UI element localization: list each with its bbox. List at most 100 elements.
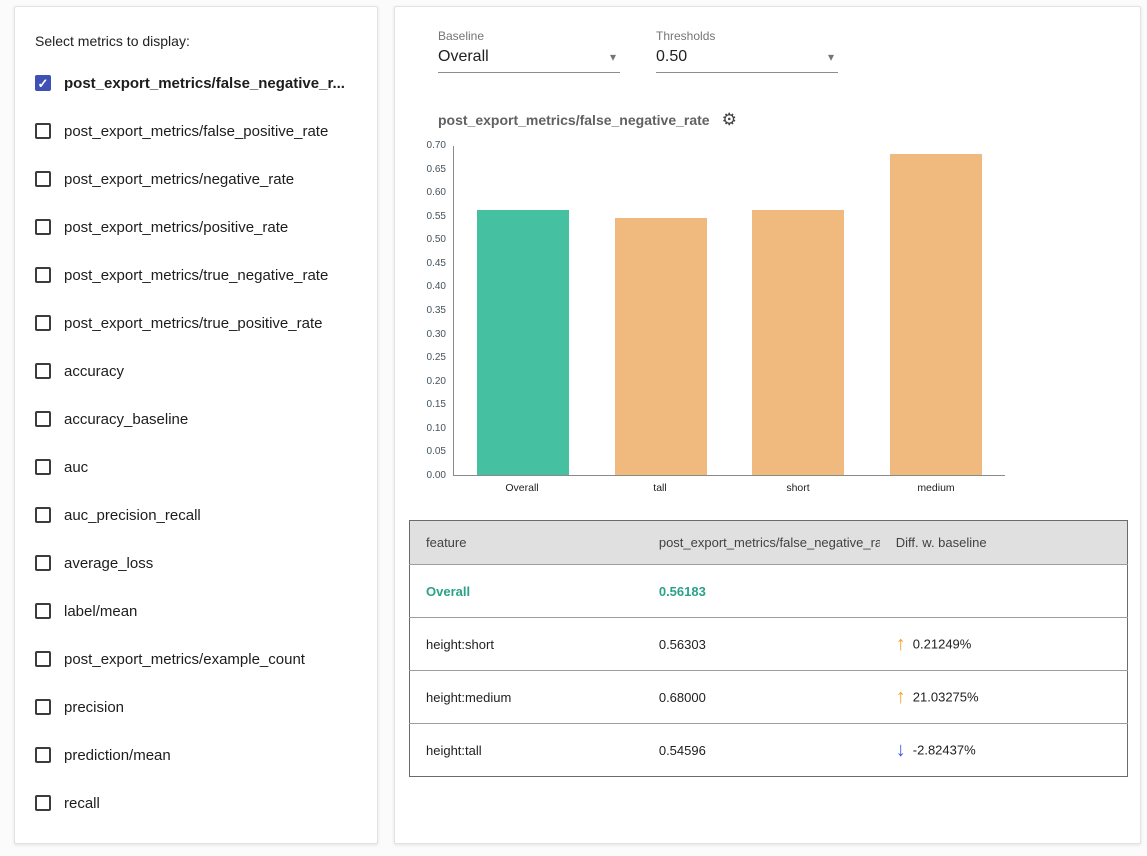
table-row[interactable]: Overall0.56183: [410, 565, 1128, 618]
diff-value: -2.82437%: [913, 743, 976, 758]
y-tick-label: 0.25: [427, 353, 446, 363]
table-row[interactable]: height:short0.56303↑0.21249%: [410, 618, 1128, 671]
checkbox-unchecked-icon[interactable]: [35, 171, 51, 187]
checkbox-unchecked-icon[interactable]: [35, 219, 51, 235]
table-header-row: featurepost_export_metrics/false_negativ…: [410, 521, 1128, 565]
bar-overall[interactable]: [477, 210, 569, 475]
feature-cell: height:medium: [410, 671, 643, 724]
baseline-value-row[interactable]: Overall ▾: [438, 45, 620, 73]
y-tick-label: 0.05: [427, 447, 446, 457]
table-row[interactable]: height:medium0.68000↑21.03275%: [410, 671, 1128, 724]
value-cell: 0.68000: [643, 671, 880, 724]
diff-cell: [880, 565, 1128, 618]
y-tick-label: 0.20: [427, 377, 446, 387]
metric-item[interactable]: auc_precision_recall: [35, 491, 357, 539]
checkbox-unchecked-icon[interactable]: [35, 507, 51, 523]
bar-short[interactable]: [752, 210, 844, 475]
checkbox-unchecked-icon[interactable]: [35, 651, 51, 667]
metric-item[interactable]: average_loss: [35, 539, 357, 587]
checkbox-checked-icon[interactable]: ✓: [35, 75, 51, 91]
metric-item[interactable]: auc: [35, 443, 357, 491]
controls-row: Baseline Overall ▾ Thresholds 0.50 ▾: [395, 7, 1140, 73]
checkbox-unchecked-icon[interactable]: [35, 555, 51, 571]
checkbox-unchecked-icon[interactable]: [35, 603, 51, 619]
checkbox-unchecked-icon[interactable]: [35, 267, 51, 283]
metric-label: post_export_metrics/false_positive_rate: [64, 123, 328, 140]
checkbox-unchecked-icon[interactable]: [35, 315, 51, 331]
y-tick-label: 0.10: [427, 424, 446, 434]
metric-item[interactable]: recall: [35, 779, 357, 827]
metric-item[interactable]: accuracy_baseline: [35, 395, 357, 443]
y-tick-label: 0.35: [427, 306, 446, 316]
metric-item[interactable]: label/mean: [35, 587, 357, 635]
metric-item[interactable]: post_export_metrics/true_positive_rate: [35, 299, 357, 347]
metric-item[interactable]: ✓ post_export_metrics/false_negative_r...: [35, 59, 357, 107]
dropdown-arrow-icon[interactable]: ▾: [610, 50, 616, 64]
metric-item[interactable]: precision: [35, 683, 357, 731]
value-cell: 0.54596: [643, 724, 880, 777]
checkbox-unchecked-icon[interactable]: [35, 795, 51, 811]
bar-chart: 0.000.050.100.150.200.250.300.350.400.45…: [417, 146, 1140, 494]
y-axis: 0.000.050.100.150.200.250.300.350.400.45…: [417, 146, 453, 476]
metric-label: post_export_metrics/true_positive_rate: [64, 315, 322, 332]
metric-label: average_loss: [64, 555, 153, 572]
bar-tall[interactable]: [615, 218, 707, 475]
gear-icon[interactable]: ⚙: [722, 110, 737, 130]
metric-label: prediction/mean: [64, 747, 171, 764]
metric-item[interactable]: prediction/mean: [35, 731, 357, 779]
y-tick-label: 0.45: [427, 259, 446, 269]
chart-title-row: post_export_metrics/false_negative_rate …: [438, 110, 1140, 130]
checkbox-unchecked-icon[interactable]: [35, 459, 51, 475]
x-tick-label: short: [729, 482, 867, 494]
diff-cell: ↑0.21249%: [880, 618, 1128, 671]
metric-label: auc: [64, 459, 88, 476]
table-body: Overall0.56183height:short0.56303↑0.2124…: [410, 565, 1128, 777]
metric-label: post_export_metrics/true_negative_rate: [64, 267, 328, 284]
metric-item[interactable]: post_export_metrics/true_negative_rate: [35, 251, 357, 299]
metric-item[interactable]: post_export_metrics/false_positive_rate: [35, 107, 357, 155]
metric-label: post_export_metrics/negative_rate: [64, 171, 294, 188]
chart-plot-wrap: 0.000.050.100.150.200.250.300.350.400.45…: [417, 146, 1140, 476]
metric-select-panel: Select metrics to display: ✓post_export_…: [14, 6, 378, 844]
metric-label: post_export_metrics/false_negative_r...: [64, 75, 345, 92]
y-tick-label: 0.30: [427, 330, 446, 340]
y-tick-label: 0.70: [427, 141, 446, 151]
thresholds-dropdown[interactable]: Thresholds 0.50 ▾: [656, 29, 838, 73]
metric-item[interactable]: accuracy: [35, 347, 357, 395]
checkbox-unchecked-icon[interactable]: [35, 363, 51, 379]
value-cell: 0.56183: [643, 565, 880, 618]
baseline-value: Overall: [438, 48, 489, 66]
bar-slot: [867, 146, 1005, 475]
bar-medium[interactable]: [890, 154, 982, 475]
diff-cell: ↑21.03275%: [880, 671, 1128, 724]
checkbox-unchecked-icon[interactable]: [35, 411, 51, 427]
thresholds-value: 0.50: [656, 48, 687, 66]
metrics-table: featurepost_export_metrics/false_negativ…: [409, 520, 1128, 777]
feature-cell: height:short: [410, 618, 643, 671]
thresholds-value-row[interactable]: 0.50 ▾: [656, 45, 838, 73]
y-tick-label: 0.65: [427, 165, 446, 175]
metric-label: accuracy: [64, 363, 124, 380]
checkbox-unchecked-icon[interactable]: [35, 123, 51, 139]
table-row[interactable]: height:tall0.54596↓-2.82437%: [410, 724, 1128, 777]
y-tick-label: 0.00: [427, 471, 446, 481]
baseline-label: Baseline: [438, 29, 620, 43]
y-tick-label: 0.40: [427, 282, 446, 292]
bar-slot: [730, 146, 868, 475]
metric-item[interactable]: post_export_metrics/positive_rate: [35, 203, 357, 251]
up-arrow-icon: ↑: [896, 633, 906, 655]
metric-label: accuracy_baseline: [64, 411, 188, 428]
metric-item[interactable]: post_export_metrics/negative_rate: [35, 155, 357, 203]
metric-label: post_export_metrics/example_count: [64, 651, 305, 668]
dropdown-arrow-icon[interactable]: ▾: [828, 50, 834, 64]
metric-label: precision: [64, 699, 124, 716]
baseline-dropdown[interactable]: Baseline Overall ▾: [438, 29, 620, 73]
bar-slot: [454, 146, 592, 475]
checkbox-unchecked-icon[interactable]: [35, 747, 51, 763]
checkbox-unchecked-icon[interactable]: [35, 699, 51, 715]
y-tick-label: 0.55: [427, 212, 446, 222]
y-tick-label: 0.50: [427, 235, 446, 245]
metric-item[interactable]: post_export_metrics/example_count: [35, 635, 357, 683]
metric-label: recall: [64, 795, 100, 812]
metric-label: label/mean: [64, 603, 137, 620]
